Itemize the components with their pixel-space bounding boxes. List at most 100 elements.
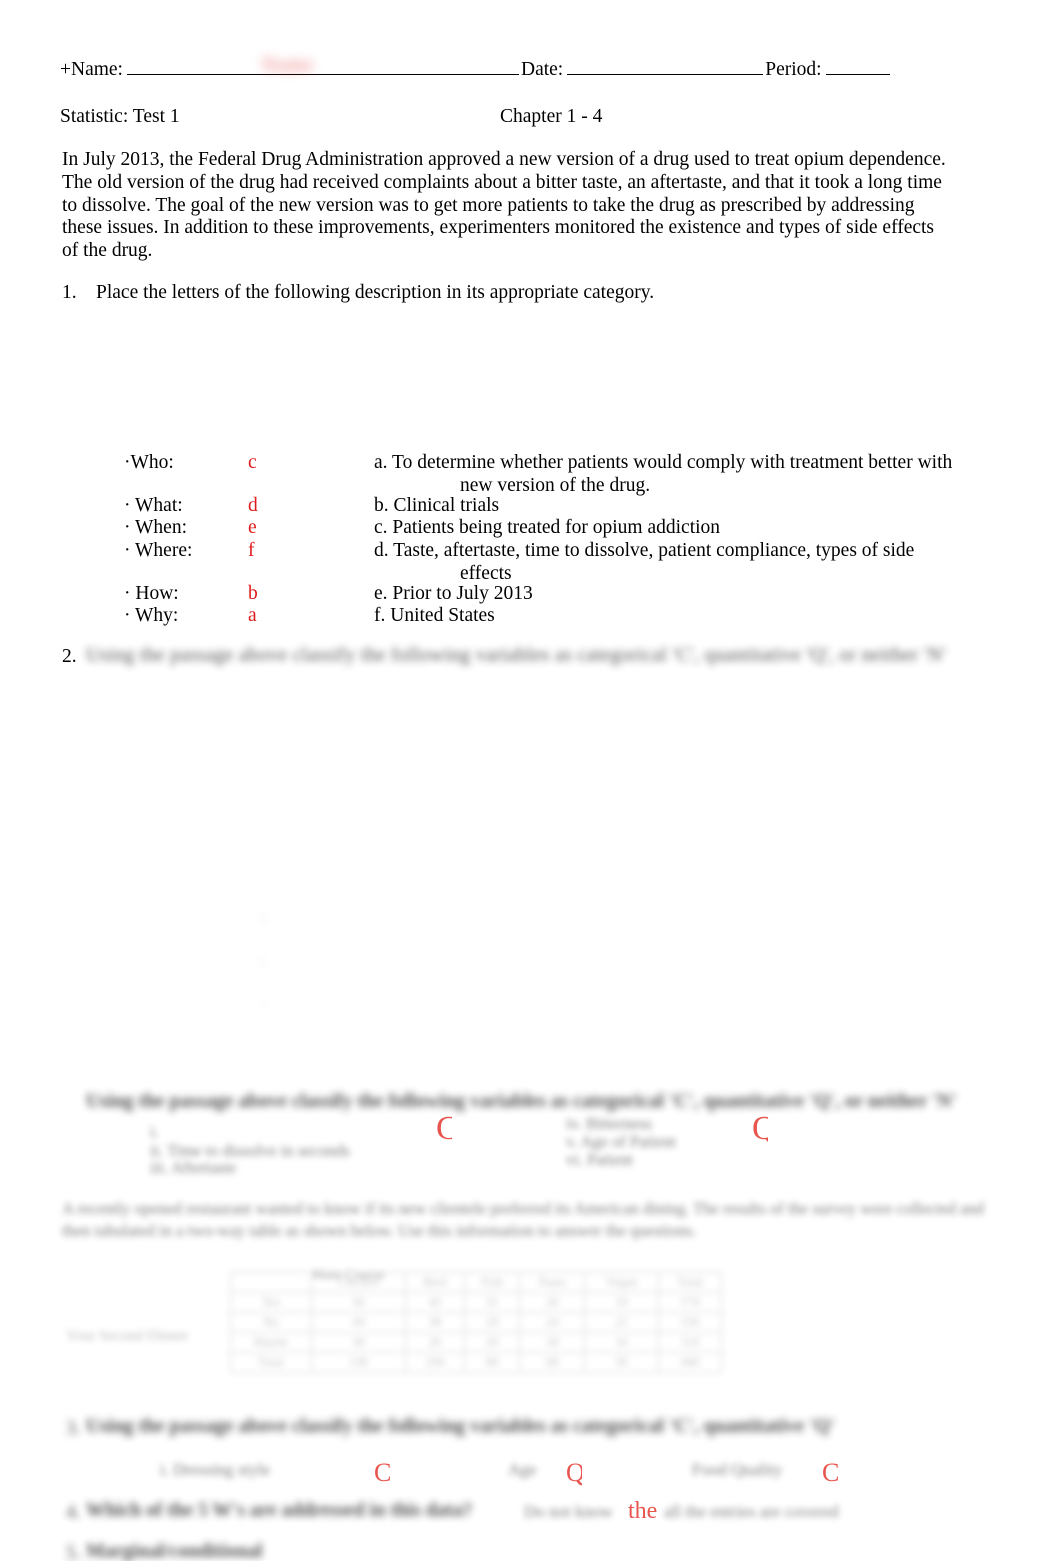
section-b-item-4-redacted: iv. Bitterness xyxy=(566,1114,653,1133)
section-b-item-5-redacted: v. Age of Patient xyxy=(566,1132,676,1151)
question-5-number-redacted: 5. xyxy=(66,1543,81,1561)
question-3-heading-redacted: Using the passage above classify the fol… xyxy=(86,1416,836,1437)
table-col-header-6: Total xyxy=(658,1272,722,1293)
option-f: f. United States xyxy=(374,605,954,628)
category-label-why: · Why: xyxy=(124,605,179,626)
table-col-header-4: Pasta xyxy=(519,1272,585,1293)
category-label-when: · When: xyxy=(124,517,187,538)
date-input-line[interactable] xyxy=(567,59,764,75)
table-cell-2-3: 18 xyxy=(519,1332,585,1353)
section-b-item-3-redacted: iii. Aftertaste xyxy=(150,1158,237,1177)
question-4-heading-redacted: Which of the 5 W's are addressed in this… xyxy=(86,1500,473,1521)
section-b-answer-left-redacted: C xyxy=(436,1112,452,1146)
section-b-item-6-redacted: vi. Patient xyxy=(566,1150,633,1169)
option-b: b. Clinical trials xyxy=(374,495,954,518)
category-answer-what[interactable]: d xyxy=(248,495,258,517)
header-fields-row: +Name: Date: Period: xyxy=(60,58,1000,82)
option-c: c. Patients being treated for opium addi… xyxy=(374,517,954,540)
worksheet-page: +Name: Date: Period: Name Statistic: Test … xyxy=(0,0,1062,1561)
option-a-text: a. To determine whether patients would c… xyxy=(374,452,953,473)
table-cell-2-5: 110 xyxy=(658,1332,722,1353)
category-label-what: · What: xyxy=(124,495,183,516)
category-answer-how[interactable]: b xyxy=(248,583,258,605)
question-4-answer-part-2-redacted: the xyxy=(628,1498,658,1524)
category-label-where: · Where: xyxy=(124,540,193,561)
question-4-answer-part-1-redacted: Do not know xyxy=(524,1502,613,1521)
table-cell-0-5: 174 xyxy=(658,1292,722,1313)
table-cell-3-5: 440 xyxy=(658,1352,722,1373)
table-cell-3-4: 56 xyxy=(583,1352,660,1373)
question-3-answer-1-redacted: C xyxy=(374,1458,390,1487)
period-label: Period: xyxy=(765,59,822,80)
table-cell-1-2: 29 xyxy=(464,1312,521,1333)
option-d-text: d. Taste, aftertaste, time to dissolve, … xyxy=(374,540,915,561)
handwritten-name-value: Name xyxy=(262,54,314,76)
question-1-prompt: Place the letters of the following descr… xyxy=(96,282,655,303)
question-3-answer-2-redacted: Q xyxy=(566,1458,582,1487)
period-input-line[interactable] xyxy=(825,59,890,75)
passage-text: In July 2013, the Federal Drug Administr… xyxy=(62,149,946,262)
question-4-answer-part-3-redacted: all the entries are covered xyxy=(664,1502,839,1521)
table-col-header-2: Beef xyxy=(404,1272,466,1293)
category-answer-who[interactable]: c xyxy=(248,452,257,474)
table-cell-3-3: 68 xyxy=(519,1352,585,1373)
two-way-table: Chicken Beef Fish Pasta Vegan Total Yes … xyxy=(230,1272,722,1373)
page-title: Statistic: Test 1 xyxy=(60,106,180,127)
table-cell-1-0: 44 xyxy=(310,1312,406,1333)
table-cell-2-2: 20 xyxy=(464,1332,521,1353)
table-header-row: Chicken Beef Fish Pasta Vegan Total xyxy=(230,1272,722,1293)
section-b-answer-right-redacted: Q xyxy=(752,1112,768,1146)
question-2-prompt-redacted: Using the passage above classify the fol… xyxy=(86,645,947,666)
section-c-paragraph-redacted: A recently opened restaurant wanted to k… xyxy=(62,1199,984,1240)
table-cell-0-0: 56 xyxy=(310,1292,406,1313)
option-e: e. Prior to July 2013 xyxy=(374,583,954,606)
section-b-heading-redacted: Using the passage above classify the fol… xyxy=(86,1091,957,1112)
table-cell-0-4: 19 xyxy=(583,1292,660,1313)
table-col-header-0 xyxy=(230,1272,312,1293)
question-3-answer-3-redacted: C xyxy=(822,1458,838,1487)
option-d: d. Taste, aftertaste, time to dissolve, … xyxy=(374,540,954,585)
table-cell-0-3: 26 xyxy=(519,1292,585,1313)
option-d-continuation: effects xyxy=(460,562,512,584)
table-cell-2-4: 16 xyxy=(583,1332,660,1353)
table-row-0-label: Yes xyxy=(230,1292,312,1313)
table-cell-1-3: 24 xyxy=(519,1312,585,1333)
table-row-label-redacted: Your Second Dinner xyxy=(66,1328,189,1344)
category-label-who: ·Who: xyxy=(124,452,174,473)
table-cell-3-0: 130 xyxy=(310,1352,406,1373)
table-cell-2-1: 26 xyxy=(404,1332,466,1353)
table-row: Yes 56 42 31 26 19 174 xyxy=(230,1292,722,1313)
category-answer-why[interactable]: a xyxy=(248,605,257,627)
table-cell-0-2: 31 xyxy=(464,1292,521,1313)
table-row: Total 130 106 80 68 56 440 xyxy=(230,1352,722,1373)
table-cell-3-2: 80 xyxy=(464,1352,521,1373)
question-3-option-3-redacted: Food Quality xyxy=(692,1460,783,1479)
table-col-header-1: Chicken xyxy=(310,1272,406,1293)
name-label: +Name: xyxy=(60,59,123,80)
table-cell-0-1: 42 xyxy=(404,1292,466,1313)
question-3-option-1-redacted: i. Dressing style xyxy=(160,1460,271,1479)
category-answer-where[interactable]: f xyxy=(248,540,255,562)
table-row-1-label: No xyxy=(230,1312,312,1333)
question-1-number: 1. xyxy=(62,282,77,303)
table-cell-1-1: 38 xyxy=(404,1312,466,1333)
table-row-2-label: Maybe xyxy=(230,1332,312,1353)
option-b-text: b. Clinical trials xyxy=(374,495,500,516)
ghost-answer-1: b xyxy=(258,909,268,928)
section-b-item-1-redacted: i. xyxy=(150,1122,159,1141)
table-cell-3-1: 106 xyxy=(404,1352,466,1373)
category-answer-when[interactable]: e xyxy=(248,517,257,539)
ghost-answer-3: c xyxy=(259,993,267,1012)
ghost-answer-column: b a c xyxy=(246,898,280,1024)
table-col-header-5: Vegan xyxy=(583,1272,660,1293)
two-way-table-redacted: Chicken Beef Fish Pasta Vegan Total Yes … xyxy=(230,1272,722,1373)
table-col-header-3: Fish xyxy=(464,1272,521,1293)
table-row: Maybe 30 26 20 18 16 110 xyxy=(230,1332,722,1353)
question-5-heading-redacted: Marginal/conditional xyxy=(86,1541,263,1561)
category-label-how: · How: xyxy=(124,583,179,604)
table-row: No 44 38 29 24 21 156 xyxy=(230,1312,722,1333)
question-3-option-2-redacted: Age xyxy=(508,1460,537,1479)
question-4-number-redacted: 4. xyxy=(66,1502,81,1523)
date-label: Date: xyxy=(520,59,564,80)
document-subheader: Statistic: Test 1 Chapter 1 - 4 xyxy=(60,105,1000,129)
